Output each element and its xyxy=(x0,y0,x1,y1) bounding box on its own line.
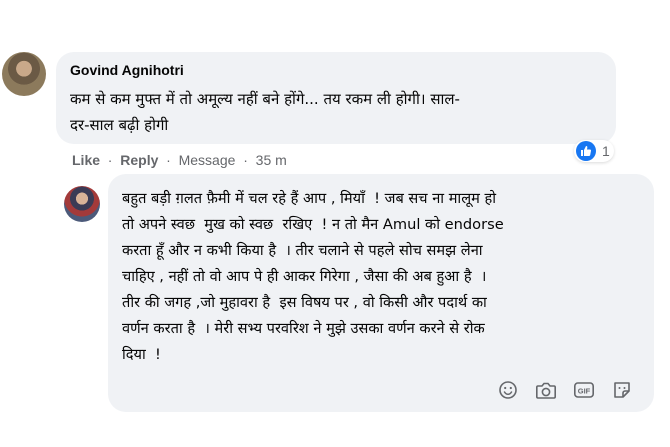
like-button[interactable]: Like xyxy=(72,152,100,168)
emoji-icon[interactable] xyxy=(496,378,520,402)
commenter-avatar[interactable] xyxy=(2,52,46,96)
sticker-icon[interactable] xyxy=(610,378,634,402)
reaction-summary[interactable]: 1 xyxy=(574,140,614,162)
camera-icon[interactable] xyxy=(534,378,558,402)
comment-timestamp[interactable]: 35 m xyxy=(256,152,287,168)
like-reaction-icon xyxy=(576,141,596,161)
current-user-avatar xyxy=(64,186,100,222)
separator-dot: · xyxy=(103,152,117,168)
reply-input-text[interactable]: बहुत बड़ी ग़लत फ़ैमी में चल रहे हैं आप ,… xyxy=(122,186,652,368)
reply-input-box[interactable]: बहुत बड़ी ग़लत फ़ैमी में चल रहे हैं आप ,… xyxy=(108,174,654,412)
gif-label: GIF xyxy=(578,386,591,395)
reply-toolbar: GIF xyxy=(496,378,634,402)
message-button[interactable]: Message xyxy=(179,152,236,168)
comment-bubble: Govind Agnihotri कम से कम मुफ्त में तो अ… xyxy=(56,52,616,144)
reply-button[interactable]: Reply xyxy=(120,152,158,168)
comment-actions: Like · Reply · Message · 35 m xyxy=(72,152,287,168)
separator-dot: · xyxy=(239,152,252,168)
comment-author[interactable]: Govind Agnihotri xyxy=(70,62,184,78)
reaction-count: 1 xyxy=(602,143,610,159)
separator-dot: · xyxy=(162,152,175,168)
gif-icon[interactable]: GIF xyxy=(572,378,596,402)
comment-text: कम से कम मुफ्त में तो अमूल्य नहीं बने हो… xyxy=(70,90,460,134)
